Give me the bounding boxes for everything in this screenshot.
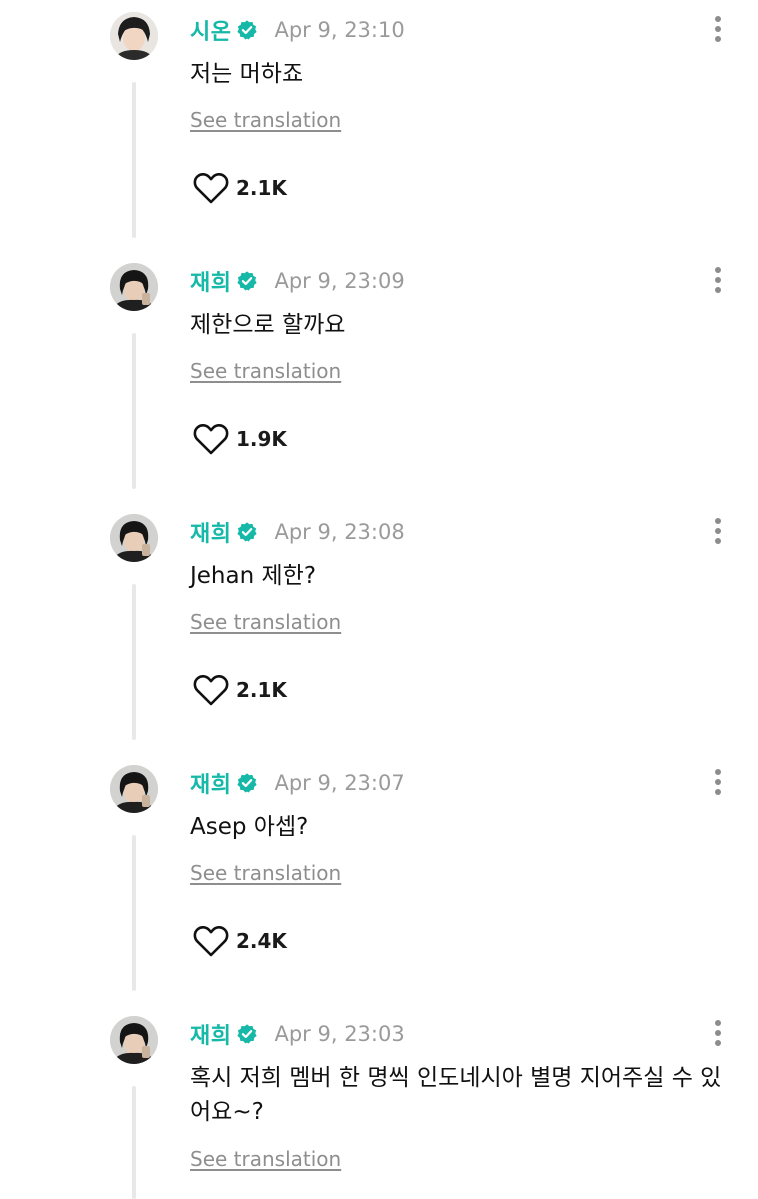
comment-header: 재희 Apr 9, 23:03	[190, 1018, 405, 1050]
like-button[interactable]: 1.9K	[192, 421, 287, 457]
heart-outline-icon	[193, 173, 229, 204]
author-name[interactable]: 재희	[190, 265, 231, 297]
verified-badge-icon	[237, 20, 258, 40]
more-vertical-icon	[715, 1020, 721, 1026]
timestamp: Apr 9, 23:03	[274, 1022, 405, 1046]
heart-outline-icon	[193, 675, 229, 706]
comment-item: 재희 Apr 9, 23:09 제한으로 할까요 See translation…	[0, 251, 758, 502]
like-button[interactable]: 2.1K	[192, 170, 287, 206]
like-button[interactable]: 2.4K	[192, 923, 287, 959]
avatar[interactable]	[110, 12, 158, 60]
heart-outline-icon	[193, 424, 229, 455]
more-vertical-icon	[715, 518, 721, 524]
timestamp: Apr 9, 23:07	[274, 771, 405, 795]
avatar[interactable]	[110, 1016, 158, 1064]
like-count: 2.1K	[236, 678, 287, 702]
avatar[interactable]	[110, 514, 158, 562]
comment-text: 제한으로 할까요	[190, 312, 346, 338]
thread-line	[132, 333, 136, 489]
like-count: 2.4K	[236, 929, 287, 953]
verified-badge-icon	[237, 522, 258, 542]
more-vertical-icon	[715, 267, 721, 273]
more-vertical-icon	[715, 16, 721, 22]
comment-header: 재희 Apr 9, 23:09	[190, 265, 405, 297]
see-translation-link[interactable]: See translation	[190, 108, 341, 132]
see-translation-link[interactable]: See translation	[190, 359, 341, 383]
avatar[interactable]	[110, 765, 158, 813]
more-options-button[interactable]	[708, 1018, 728, 1048]
comment-item: 재희 Apr 9, 23:03 혹시 저희 멤버 한 명씩 인도네시아 별명 지…	[0, 1004, 758, 1199]
comment-text: Jehan 제한?	[190, 563, 317, 589]
see-translation-link[interactable]: See translation	[190, 1147, 341, 1171]
author-name[interactable]: 재희	[190, 1018, 231, 1050]
comment-text: Asep 아셉?	[190, 814, 309, 840]
comment-item: 재희 Apr 9, 23:08 Jehan 제한? See translatio…	[0, 502, 758, 753]
comment-header: 시온 Apr 9, 23:10	[190, 14, 405, 46]
more-options-button[interactable]	[708, 14, 728, 44]
see-translation-link[interactable]: See translation	[190, 861, 341, 885]
timestamp: Apr 9, 23:08	[274, 520, 405, 544]
more-options-button[interactable]	[708, 516, 728, 546]
author-name[interactable]: 재희	[190, 516, 231, 548]
comment-text: 혹시 저희 멤버 한 명씩 인도네시아 별명 지어주실 수 있어요~?	[190, 1065, 722, 1125]
author-name[interactable]: 시온	[190, 14, 231, 46]
comment-text: 저는 머하죠	[190, 61, 304, 87]
more-options-button[interactable]	[708, 767, 728, 797]
thread-line	[132, 1086, 136, 1199]
verified-badge-icon	[237, 773, 258, 793]
author-name[interactable]: 재희	[190, 767, 231, 799]
thread-line	[132, 835, 136, 991]
heart-outline-icon	[193, 926, 229, 957]
avatar[interactable]	[110, 263, 158, 311]
like-count: 1.9K	[236, 427, 287, 451]
comment-item: 시온 Apr 9, 23:10 저는 머하죠 See translation 2…	[0, 0, 758, 251]
comment-header: 재희 Apr 9, 23:08	[190, 516, 405, 548]
like-button[interactable]: 2.1K	[192, 672, 287, 708]
comment-header: 재희 Apr 9, 23:07	[190, 767, 405, 799]
thread-line	[132, 82, 136, 238]
verified-badge-icon	[237, 1024, 258, 1044]
more-vertical-icon	[715, 769, 721, 775]
like-count: 2.1K	[236, 176, 287, 200]
thread-line	[132, 584, 136, 740]
comment-item: 재희 Apr 9, 23:07 Asep 아셉? See translation…	[0, 753, 758, 1004]
see-translation-link[interactable]: See translation	[190, 610, 341, 634]
verified-badge-icon	[237, 271, 258, 291]
more-options-button[interactable]	[708, 265, 728, 295]
timestamp: Apr 9, 23:10	[274, 18, 405, 42]
timestamp: Apr 9, 23:09	[274, 269, 405, 293]
